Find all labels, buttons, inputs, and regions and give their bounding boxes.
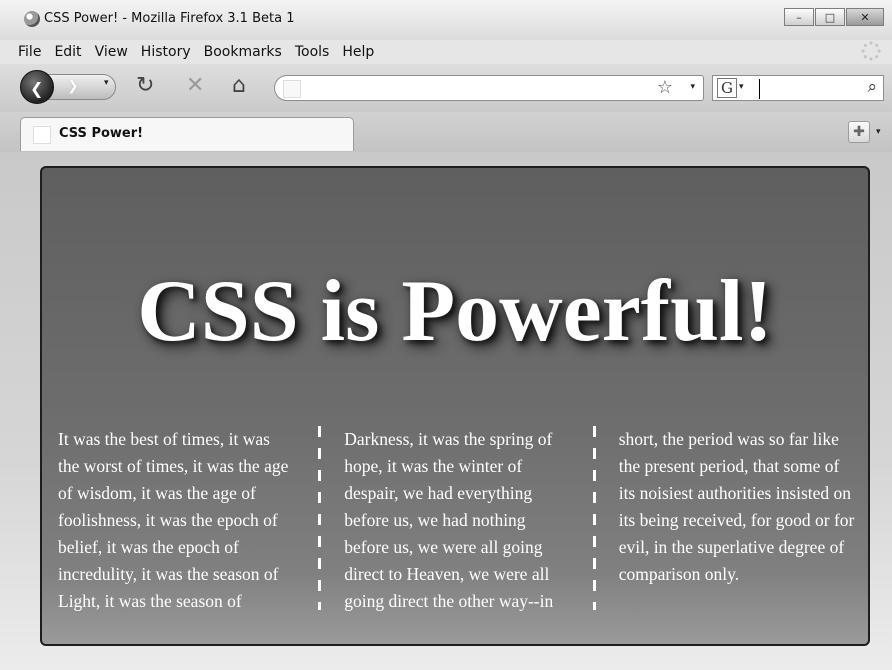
stop-icon[interactable]: ✕: [186, 74, 204, 98]
maximize-button[interactable]: □: [815, 8, 845, 26]
text-column-3: short, the period was so far like the pr…: [618, 429, 855, 584]
page-favicon-icon: [283, 80, 301, 98]
menu-tools[interactable]: Tools: [295, 40, 330, 64]
menu-file[interactable]: File: [18, 40, 41, 64]
throbber-icon: [861, 41, 881, 61]
text-column-1: It was the best of times, it was the wor…: [58, 429, 289, 611]
url-input[interactable]: [305, 79, 639, 99]
search-icon[interactable]: ⌕: [867, 77, 877, 97]
search-engine-selector[interactable]: G ▾: [717, 78, 747, 98]
home-icon[interactable]: ⌂: [232, 74, 246, 98]
back-forward-group: ❯ ❮ ▾: [20, 70, 124, 104]
window-title: CSS Power! - Mozilla Firefox 3.1 Beta 1: [44, 11, 295, 26]
url-history-dropdown-icon[interactable]: ▾: [690, 82, 695, 92]
reload-icon[interactable]: ↻: [136, 74, 154, 98]
title-bar: CSS Power! - Mozilla Firefox 3.1 Beta 1 …: [0, 0, 892, 40]
page-headline: CSS is Powerful!: [137, 263, 773, 360]
text-column-2: Darkness, it was the spring of hope, it …: [344, 429, 554, 611]
menu-bar: File Edit View History Bookmarks Tools H…: [18, 40, 387, 64]
page-viewport: CSS is Powerful! It was the best of time…: [0, 152, 892, 670]
forward-arrow-icon: ❯: [67, 78, 79, 94]
new-tab-button[interactable]: ✚: [848, 121, 870, 143]
menu-help[interactable]: Help: [342, 40, 374, 64]
firefox-icon: [24, 11, 40, 27]
search-input[interactable]: [759, 79, 854, 99]
google-icon: G: [717, 78, 737, 98]
window-controls: – □ ✕: [783, 8, 884, 26]
tab-title: CSS Power!: [59, 126, 144, 141]
search-bar: G ▾ ⌕: [712, 75, 884, 101]
engine-dropdown-icon: ▾: [739, 82, 744, 92]
url-bar: ☆ ▾: [274, 75, 704, 101]
menu-view[interactable]: View: [95, 40, 128, 64]
close-button[interactable]: ✕: [846, 8, 884, 26]
menu-bookmarks[interactable]: Bookmarks: [204, 40, 282, 64]
column-rule: [592, 426, 596, 610]
column-rule: [318, 426, 322, 610]
history-dropdown-icon[interactable]: ▾: [104, 78, 109, 88]
back-button[interactable]: ❮: [20, 70, 54, 104]
tab-bar: CSS Power! ✚ ▾: [0, 112, 892, 153]
menu-history[interactable]: History: [141, 40, 191, 64]
text-columns: It was the best of times, it was the wor…: [58, 426, 856, 626]
minimize-button[interactable]: –: [784, 8, 814, 26]
menu-edit[interactable]: Edit: [54, 40, 81, 64]
navigation-toolbar: ❯ ❮ ▾ ↻ ✕ ⌂ ☆ ▾ G ▾ ⌕: [0, 64, 892, 113]
tab-css-power[interactable]: CSS Power!: [20, 117, 354, 151]
back-arrow-icon: ❮: [30, 79, 44, 98]
tab-favicon-icon: [33, 126, 51, 144]
content-panel: CSS is Powerful! It was the best of time…: [40, 166, 870, 646]
bookmark-star-icon[interactable]: ☆: [657, 77, 673, 98]
list-all-tabs-icon[interactable]: ▾: [876, 127, 881, 137]
